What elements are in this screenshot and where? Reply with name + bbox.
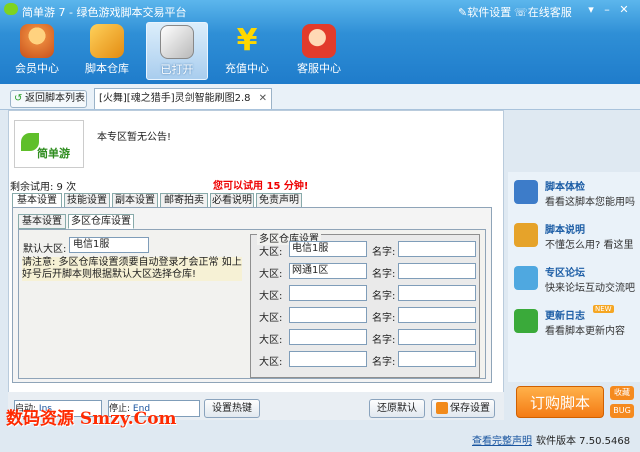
- warehouse-icon: [90, 24, 124, 58]
- close-icon[interactable]: ✕: [259, 89, 267, 109]
- region-input[interactable]: 电信1服: [289, 241, 367, 257]
- name-label: 名字:: [372, 335, 396, 346]
- name-input[interactable]: [398, 285, 476, 301]
- region-input[interactable]: [289, 329, 367, 345]
- name-label: 名字:: [372, 291, 396, 302]
- save-settings-button[interactable]: 保存设置: [431, 399, 495, 418]
- headset-icon: ☏: [514, 6, 528, 19]
- region-label: 大区:: [259, 269, 283, 280]
- default-region-label: 默认大区:: [23, 244, 67, 255]
- name-label: 名字:: [372, 313, 396, 324]
- favorite-button[interactable]: 收藏: [610, 386, 634, 400]
- sidebar-item-desc: 快来论坛互动交流吧: [545, 283, 635, 294]
- service-icon: [302, 24, 336, 58]
- sidebar-item-desc: 看看这脚本您能用吗: [545, 197, 635, 208]
- sidebar-item-title[interactable]: 专区论坛: [545, 264, 585, 279]
- bug-button[interactable]: BUG: [610, 404, 634, 418]
- tab-skill-settings[interactable]: 技能设置: [64, 193, 110, 208]
- tab-script-document[interactable]: [火舞][魂之猎手]灵剑智能刷图2.8 ✕: [94, 88, 272, 109]
- zone-logo: 简单游: [14, 120, 84, 168]
- nav-member-center[interactable]: 会员中心: [6, 22, 68, 80]
- software-version: 软件版本 7.50.5468: [536, 436, 631, 447]
- save-icon: [436, 402, 448, 414]
- watermark: 数码资源 Smzy.Com: [6, 409, 177, 429]
- nav-recharge-center[interactable]: ¥ 充值中心: [216, 22, 278, 80]
- back-to-list-button[interactable]: ↺ 返回脚本列表: [10, 90, 87, 108]
- region-label: 大区:: [259, 357, 283, 368]
- tab-sub-basic[interactable]: 基本设置: [18, 214, 66, 229]
- name-input[interactable]: [398, 263, 476, 279]
- opened-icon: [160, 25, 194, 59]
- region-input[interactable]: [289, 307, 367, 323]
- tab-must-read[interactable]: 必看说明: [210, 193, 254, 208]
- full-statement-link[interactable]: 查看完整声明: [472, 432, 532, 447]
- wrench-icon: ✎: [458, 6, 468, 19]
- name-label: 名字:: [372, 357, 396, 368]
- name-input[interactable]: [398, 307, 476, 323]
- region-input[interactable]: 网通1区: [289, 263, 367, 279]
- buy-script-button[interactable]: 订购脚本: [516, 386, 604, 418]
- nav-script-warehouse[interactable]: 脚本仓库: [76, 22, 138, 80]
- region-label: 大区:: [259, 247, 283, 258]
- region-label: 大区:: [259, 291, 283, 302]
- checkup-icon: [514, 180, 538, 204]
- online-service-link[interactable]: ☏在线客服: [514, 4, 572, 20]
- name-label: 名字:: [372, 247, 396, 258]
- region-input[interactable]: [289, 285, 367, 301]
- sidebar-item-desc: 看看脚本更新内容: [545, 326, 625, 337]
- new-badge: NEW: [593, 305, 614, 313]
- forum-icon: [514, 266, 538, 290]
- tab-disclaimer[interactable]: 免责声明: [256, 193, 302, 208]
- sidebar-item-title[interactable]: 更新日志: [545, 307, 585, 322]
- main-tabs: 基本设置 技能设置 副本设置 邮寄拍卖 必看说明 免责声明: [12, 193, 492, 208]
- tab-sub-multi-warehouse[interactable]: 多区仓库设置: [68, 214, 134, 229]
- name-label: 名字:: [372, 269, 396, 280]
- minimize-button[interactable]: –: [600, 3, 614, 16]
- name-input[interactable]: [398, 351, 476, 367]
- name-input[interactable]: [398, 241, 476, 257]
- tab-basic-settings[interactable]: 基本设置: [12, 193, 62, 208]
- close-button[interactable]: ✕: [617, 3, 631, 16]
- menu-button[interactable]: ▾: [584, 3, 598, 16]
- trial-warning: 您可以试用 15 分钟!: [213, 181, 309, 192]
- software-settings-link[interactable]: ✎软件设置: [458, 4, 511, 20]
- warehouse-note: 请注意: 多区仓库设置须要自动登录才会正常 如上好号后开脚本则根据默认大区选择仓…: [22, 257, 242, 281]
- back-arrow-icon: ↺: [14, 93, 23, 104]
- restore-default-button[interactable]: 还原默认: [369, 399, 425, 418]
- manual-icon: [514, 223, 538, 247]
- app-logo-icon: [4, 3, 18, 15]
- sidebar-item-title[interactable]: 脚本说明: [545, 221, 585, 236]
- region-label: 大区:: [259, 335, 283, 346]
- name-input[interactable]: [398, 329, 476, 345]
- nav-service-center[interactable]: 客服中心: [288, 22, 350, 80]
- log-icon: [514, 309, 538, 333]
- set-hotkey-button[interactable]: 设置热键: [204, 399, 260, 418]
- member-icon: [20, 24, 54, 58]
- sidebar-item-title[interactable]: 脚本体检: [545, 178, 585, 193]
- trial-remaining: 剩余试用: 9 次: [10, 182, 77, 193]
- zone-notice: 本专区暂无公告!: [97, 132, 172, 143]
- default-region-input[interactable]: 电信1服: [69, 237, 149, 253]
- region-label: 大区:: [259, 313, 283, 324]
- tab-dungeon-settings[interactable]: 副本设置: [112, 193, 158, 208]
- yen-icon: ¥: [236, 23, 258, 58]
- nav-opened[interactable]: 已打开: [146, 22, 208, 80]
- sidebar-item-desc: 不懂怎么用? 看这里: [545, 240, 634, 251]
- tab-mail-auction[interactable]: 邮寄拍卖: [160, 193, 208, 208]
- region-input[interactable]: [289, 351, 367, 367]
- window-title: 简单游 7 - 绿色游戏脚本交易平台: [22, 6, 187, 19]
